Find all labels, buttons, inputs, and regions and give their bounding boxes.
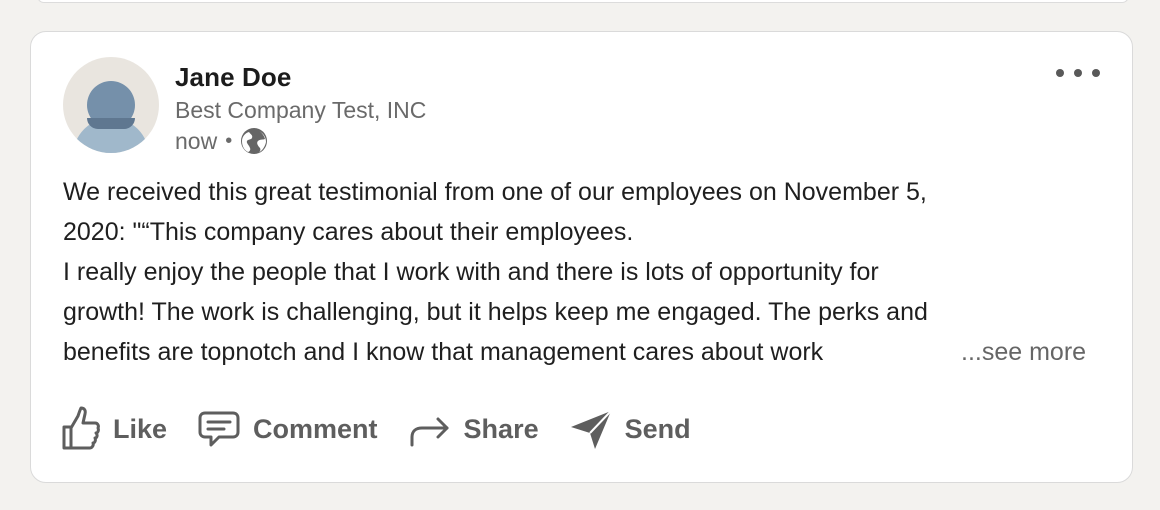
- avatar[interactable]: [63, 57, 159, 153]
- previous-post-card-edge: [37, 0, 1129, 3]
- post-meta: now •: [175, 127, 268, 155]
- like-button[interactable]: Like: [61, 406, 167, 452]
- meta-separator: •: [225, 129, 233, 152]
- comment-button[interactable]: Comment: [197, 409, 378, 449]
- post-body-line: 2020: "“This company cares about their e…: [63, 218, 634, 246]
- comment-icon: [198, 411, 240, 447]
- more-options-button[interactable]: [1056, 62, 1100, 84]
- send-label: Send: [624, 413, 691, 444]
- see-more-link[interactable]: ...see more: [961, 332, 1086, 372]
- post-actions-bar: Like Comment Share Send: [61, 404, 721, 454]
- send-icon: [570, 410, 612, 449]
- more-dot: [1092, 69, 1100, 77]
- globe-icon: [241, 128, 268, 154]
- post-body-line: benefits are topnotch and I know that ma…: [63, 338, 824, 366]
- thumbs-up-icon: [62, 406, 100, 450]
- comment-label: Comment: [253, 413, 378, 444]
- post-body: We received this great testimonial from …: [63, 172, 1108, 372]
- send-button[interactable]: Send: [569, 407, 691, 451]
- avatar-neck: [87, 118, 135, 129]
- share-label: Share: [463, 413, 539, 444]
- author-company: Best Company Test, INC: [175, 97, 427, 123]
- author-name[interactable]: Jane Doe: [175, 62, 291, 93]
- post-body-line: We received this great testimonial from …: [63, 178, 927, 206]
- more-dot: [1074, 69, 1082, 77]
- post-timestamp: now: [175, 127, 218, 154]
- post-body-last-line: benefits are topnotch and I know that ma…: [63, 332, 1108, 372]
- share-arrow-icon: [410, 417, 449, 447]
- post-body-line: growth! The work is challenging, but it …: [63, 298, 928, 326]
- like-label: Like: [113, 413, 168, 444]
- post-body-line: I really enjoy the people that I work wi…: [63, 258, 879, 286]
- share-button[interactable]: Share: [408, 409, 539, 449]
- post-card: Jane Doe Best Company Test, INC now • We…: [30, 31, 1133, 483]
- more-dot: [1056, 69, 1064, 77]
